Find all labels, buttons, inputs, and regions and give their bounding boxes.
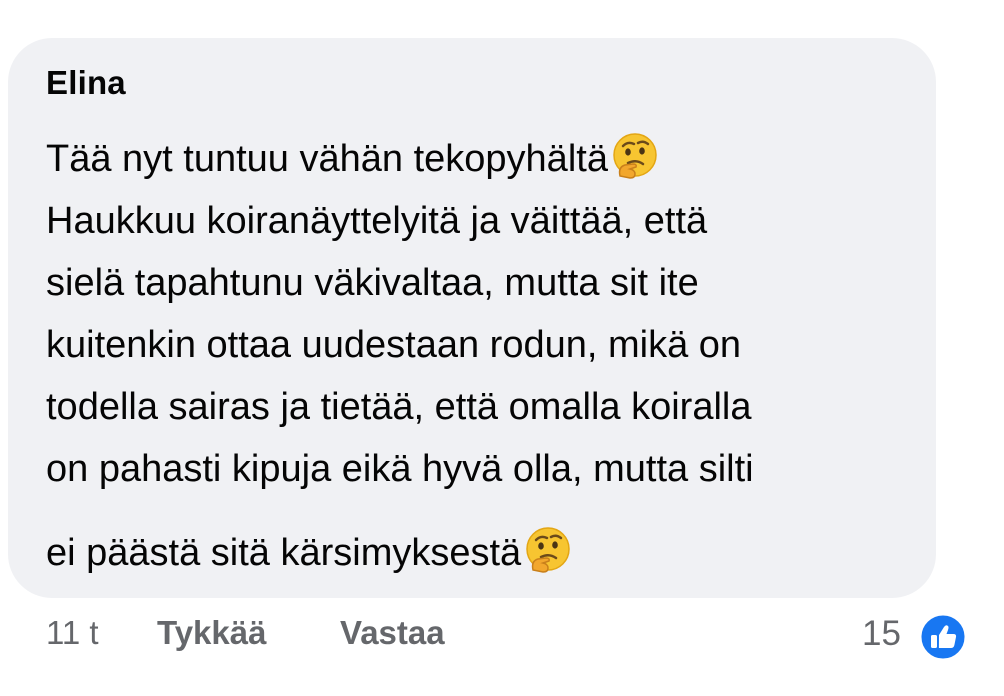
comment-line: on pahasti kipuja eikä hyvä olla, mutta … xyxy=(46,448,754,490)
comment-line: ei päästä sitä kärsimyksestä xyxy=(46,522,926,584)
like-button[interactable]: Tykkää xyxy=(157,614,266,652)
comment-actions: 11 t Tykkää Vastaa 15 xyxy=(0,612,1004,662)
comment-timestamp[interactable]: 11 t xyxy=(46,614,99,652)
comment-line: kuitenkin ottaa uudestaan rodun, mikä on xyxy=(46,324,742,366)
comment-line: Haukkuu koiranäyttelyitä ja väittää, ett… xyxy=(46,200,708,242)
comment-line: Tää nyt tuntuu vähän tekopyhältä xyxy=(46,128,926,190)
like-thumb-icon[interactable] xyxy=(918,612,968,662)
comment-view: Elina Tää nyt tuntuu vähän tekopyhältä H… xyxy=(0,0,1004,696)
comment-line: sielä tapahtunu väkivaltaa, mutta sit it… xyxy=(46,262,699,304)
thinking-face-icon xyxy=(526,527,570,573)
reply-button[interactable]: Vastaa xyxy=(340,614,445,652)
comment-line: todella sairas ja tietää, että omalla ko… xyxy=(46,386,752,428)
thinking-face-icon xyxy=(613,133,657,179)
reaction-count[interactable]: 15 xyxy=(862,614,901,654)
comment-author[interactable]: Elina xyxy=(46,64,126,102)
comment-text: Tää nyt tuntuu vähän tekopyhältä Haukkuu… xyxy=(46,128,926,584)
